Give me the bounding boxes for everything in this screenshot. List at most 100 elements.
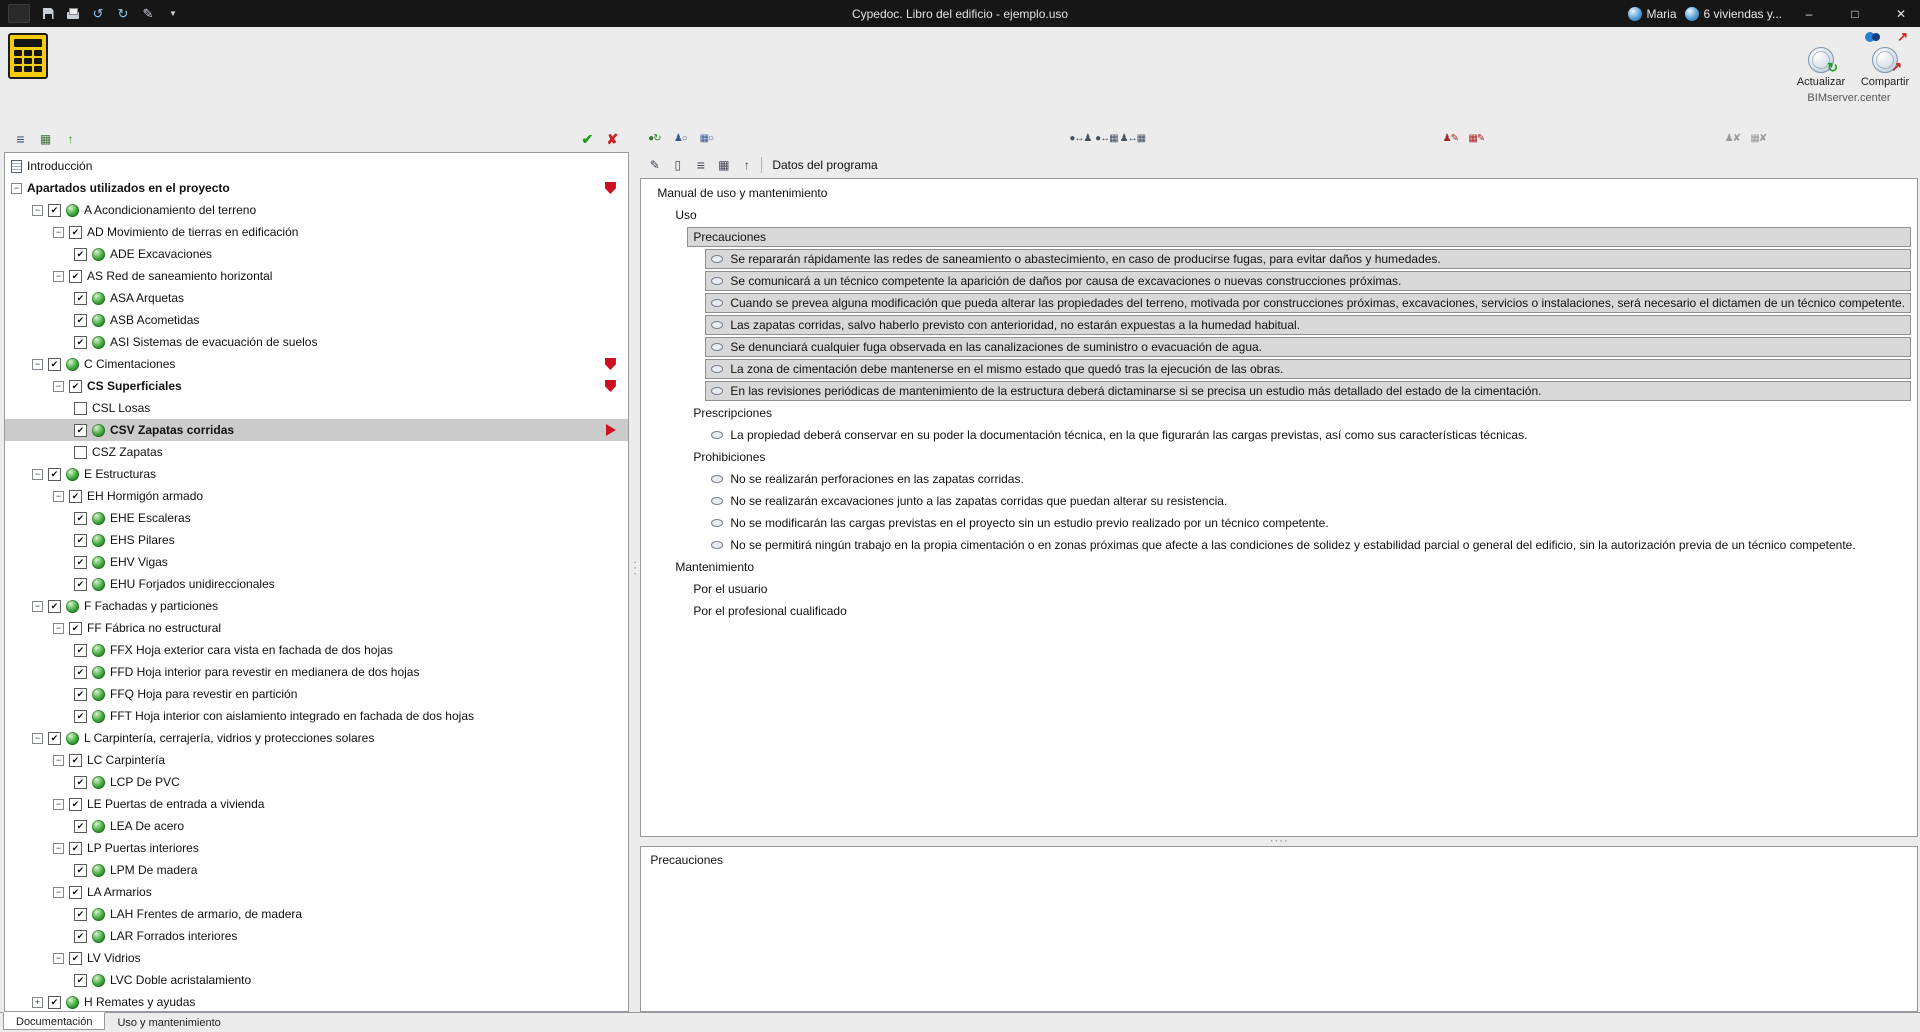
export-icon[interactable]: ↑ <box>738 157 755 174</box>
item-checkbox[interactable]: ✔ <box>74 687 87 701</box>
item-checkbox[interactable]: ✔ <box>74 335 87 349</box>
tree-item[interactable]: ✔ LCP De PVC <box>5 771 628 793</box>
item-checkbox[interactable]: ✔ <box>48 995 61 1009</box>
content-section[interactable]: Por el profesional cualificado <box>641 600 1917 622</box>
collapse-icon[interactable]: − <box>53 270 64 282</box>
datos-programa-tab[interactable]: Datos del programa <box>768 158 877 172</box>
maximize-button[interactable]: □ <box>1836 0 1874 27</box>
tree-item[interactable]: ✔ FFX Hoja exterior cara vista en fachada… <box>5 639 628 661</box>
cancel-icon[interactable]: ✘ <box>604 131 621 148</box>
item-checkbox[interactable]: ✔ <box>74 533 87 547</box>
collapse-icon[interactable]: − <box>53 798 64 810</box>
content-section[interactable]: Por el usuario <box>641 578 1917 600</box>
tree-item[interactable]: ✔ ADE Excavaciones <box>5 243 628 265</box>
item-checkbox[interactable]: ✔ <box>74 555 87 569</box>
tree-item[interactable]: ✔ EHV Vigas <box>5 551 628 573</box>
content-section[interactable]: Prohibiciones <box>641 446 1917 468</box>
content-item[interactable]: No se realizarán perforaciones en las za… <box>641 468 1917 490</box>
tab-uso-y-mantenimiento[interactable]: Uso y mantenimiento <box>105 1013 232 1031</box>
content-section[interactable]: Mantenimiento <box>641 556 1917 578</box>
chapters-icon[interactable]: ≡ <box>12 131 29 148</box>
item-checkbox[interactable]: ✔ <box>69 225 82 239</box>
tree-item[interactable]: ✔ FFQ Hoja para revestir en partición <box>5 683 628 705</box>
collapse-icon[interactable]: − <box>11 182 22 194</box>
tab-documentaci-n[interactable]: Documentación <box>3 1012 106 1030</box>
collapse-icon[interactable]: − <box>32 358 43 370</box>
compartir-button[interactable]: Compartir <box>1858 47 1912 88</box>
chapters-icon[interactable]: ≡ <box>692 157 709 174</box>
user-account[interactable]: Maria <box>1627 6 1677 21</box>
expand-icon[interactable]: + <box>32 996 43 1008</box>
copy-use-icon[interactable]: ●↔♟ <box>1069 130 1092 148</box>
item-checkbox[interactable]: ✔ <box>69 885 82 899</box>
tree-item[interactable]: − ✔ CS Superficiales <box>5 375 628 397</box>
item-checkbox[interactable]: ✔ <box>74 665 87 679</box>
content-item[interactable]: No se permitirá ningún trabajo en la pro… <box>641 534 1917 556</box>
delete-maintenance-icon[interactable]: ▦✘ <box>1748 130 1768 148</box>
tree-item[interactable]: − ✔ LP Puertas interiores <box>5 837 628 859</box>
menu-down-icon[interactable]: ▼ <box>165 6 181 22</box>
content-section[interactable]: Precauciones <box>641 226 1917 248</box>
tree-item[interactable]: − ✔ LV Vidrios <box>5 947 628 969</box>
item-checkbox[interactable]: ✔ <box>48 731 61 745</box>
content-item[interactable]: Se repararán rápidamente las redes de sa… <box>641 248 1917 270</box>
collapse-icon[interactable]: − <box>53 842 64 854</box>
copy-maintenance-icon[interactable]: ●↔▦ <box>1095 130 1119 148</box>
edit-use-icon[interactable]: ♟✎ <box>1440 130 1460 148</box>
item-checkbox[interactable]: ✔ <box>48 467 61 481</box>
content-item[interactable]: Se denunciará cualquier fuga observada e… <box>641 336 1917 358</box>
tree-item[interactable]: ✔ LAH Frentes de armario, de madera <box>5 903 628 925</box>
pen-config-icon[interactable]: ✎ <box>140 6 156 22</box>
item-checkbox[interactable]: ✔ <box>74 577 87 591</box>
images-icon[interactable]: ▦ <box>715 157 732 174</box>
undo-icon[interactable]: ↺ <box>90 6 106 22</box>
content-section[interactable]: Prescripciones <box>641 402 1917 424</box>
collapse-icon[interactable]: − <box>53 754 64 766</box>
tree-item[interactable]: ✔ LVC Doble acristalamiento <box>5 969 628 991</box>
tree-item[interactable]: − ✔ C Cimentaciones <box>5 353 628 375</box>
collapse-icon[interactable]: − <box>32 204 43 216</box>
tree-item[interactable]: CSL Losas <box>5 397 628 419</box>
item-checkbox[interactable]: ✔ <box>74 709 87 723</box>
horizontal-splitter[interactable]: ···· <box>640 835 1918 847</box>
edit-icon[interactable]: ✎ <box>646 157 663 174</box>
tree-item[interactable]: − ✔ LE Puertas de entrada a vivienda <box>5 793 628 815</box>
item-checkbox[interactable]: ✔ <box>74 819 87 833</box>
content-section[interactable]: Uso <box>641 204 1917 226</box>
document-icon[interactable]: ▯ <box>669 157 686 174</box>
tree-item[interactable]: ✔ LEA De acero <box>5 815 628 837</box>
tree-item[interactable]: Introducción <box>5 155 628 177</box>
item-checkbox[interactable]: ✔ <box>74 973 87 987</box>
collapse-icon[interactable]: − <box>53 490 64 502</box>
item-checkbox[interactable]: ✔ <box>69 841 82 855</box>
tree-item[interactable]: + ✔ H Remates y ayudas <box>5 991 628 1011</box>
content-section[interactable]: Manual de uso y mantenimiento <box>641 182 1917 204</box>
tree-item[interactable]: − ✔ AS Red de saneamiento horizontal <box>5 265 628 287</box>
minimize-button[interactable]: – <box>1790 0 1828 27</box>
collapse-icon[interactable]: − <box>53 226 64 238</box>
collapse-icon[interactable]: − <box>32 600 43 612</box>
item-checkbox[interactable]: ✔ <box>74 775 87 789</box>
tree-item[interactable]: − ✔ LC Carpintería <box>5 749 628 771</box>
collapse-icon[interactable]: − <box>53 380 64 392</box>
vertical-splitter[interactable]: ··· <box>629 126 641 1012</box>
save-icon[interactable] <box>40 6 56 22</box>
item-checkbox[interactable]: ✔ <box>74 863 87 877</box>
collapse-icon[interactable]: − <box>53 622 64 634</box>
tree-item[interactable]: ✔ EHU Forjados unidireccionales <box>5 573 628 595</box>
item-checkbox[interactable]: ✔ <box>69 951 82 965</box>
collapse-icon[interactable]: − <box>32 732 43 744</box>
tree-item[interactable]: − ✔ LA Armarios <box>5 881 628 903</box>
tree-item[interactable]: − ✔ AD Movimiento de tierras en edificació… <box>5 221 628 243</box>
tree-item[interactable]: − ✔ E Estructuras <box>5 463 628 485</box>
item-checkbox[interactable]: ✔ <box>74 643 87 657</box>
content-item[interactable]: Cuando se prevea alguna modificación que… <box>641 292 1917 314</box>
accept-icon[interactable]: ✔ <box>579 131 596 148</box>
tree-item[interactable]: ✔ ASA Arquetas <box>5 287 628 309</box>
collapse-icon[interactable]: − <box>32 468 43 480</box>
collapse-icon[interactable]: − <box>53 886 64 898</box>
item-checkbox[interactable]: ✔ <box>74 291 87 305</box>
item-checkbox[interactable]: ✔ <box>69 753 82 767</box>
item-checkbox[interactable]: ✔ <box>48 203 61 217</box>
tree-item[interactable]: ✔ EHE Escaleras <box>5 507 628 529</box>
